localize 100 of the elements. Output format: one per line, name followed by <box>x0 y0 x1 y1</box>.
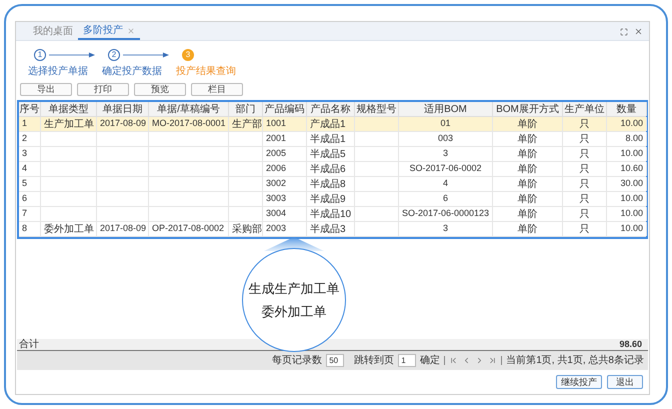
table-cell-text: 单阶 <box>516 132 538 146</box>
table-cell-text: SO-2017-06-0002 <box>408 162 483 176</box>
arrow-icon <box>123 52 169 58</box>
table-cell-text: 只 <box>578 148 590 162</box>
table-cell-text: 2005 <box>266 147 288 160</box>
page-field[interactable]: 1 <box>398 354 416 367</box>
table-row[interactable]: 2 2001 半成品1 003 单阶 只 8.00 <box>19 132 646 147</box>
table-cell-text: 10.00 <box>619 147 643 160</box>
column-header[interactable]: 单据类型 <box>41 102 97 116</box>
table-row[interactable]: 3 2005 半成品5 3 单阶 只 10.00 <box>19 147 646 162</box>
table-cell-text: 单阶 <box>516 208 538 222</box>
total-label: 合计 <box>18 339 40 350</box>
table-cell-text: OP-2017-08-0002 <box>152 222 225 236</box>
table-cell-text: 半成品5 <box>310 148 347 162</box>
table-row[interactable]: 1 生产加工单 2017-08-09 MO-2017-08-0001 生产部 1001 产成品1 01 单阶 只 10.00 <box>19 117 646 132</box>
action-button[interactable]: 继续投产 <box>556 375 602 389</box>
page-size-field[interactable]: 50 <box>326 354 344 367</box>
page-size-label: 每页记录数 <box>272 354 322 368</box>
table-cell-text: 单阶 <box>516 162 538 176</box>
table-cell-text: 3 <box>442 147 449 160</box>
table-cell-text: 单阶 <box>516 148 538 162</box>
table-row[interactable]: 8 委外加工单 2017-08-09 OP-2017-08-0002 采购部 2003 半成品3 3 单阶 只 10.00 <box>19 222 646 237</box>
first-page-icon[interactable] <box>449 356 458 365</box>
table-cell-text: 5 <box>22 177 28 190</box>
table-cell-text: 产成品1 <box>310 118 347 132</box>
table-cell-text: 2001 <box>266 132 288 146</box>
action-button[interactable]: 退出 <box>607 375 643 389</box>
table-cell-text: 4 <box>22 162 28 176</box>
table-cell-text: 只 <box>578 118 590 132</box>
table-cell-text: 10.60 <box>619 162 643 176</box>
tab[interactable]: 多阶投产 <box>78 23 140 40</box>
step-number: 2 <box>108 49 120 61</box>
table-cell-text: 01 <box>439 117 452 130</box>
confirm-link[interactable]: 确定 <box>420 353 440 368</box>
last-page-icon[interactable] <box>488 356 498 365</box>
maximize-icon[interactable] <box>620 28 628 36</box>
table-cell-text: 半成品9 <box>310 192 347 206</box>
step-number: 1 <box>34 49 46 61</box>
table-cell-text: 8.00 <box>624 132 643 146</box>
table-cell-text: 采购部 <box>232 222 259 236</box>
close-icon[interactable] <box>634 27 643 36</box>
table-cell-text: 只 <box>578 208 590 222</box>
toolbar-button[interactable]: 栏目 <box>191 83 243 96</box>
table-cell-text: 半成品1 <box>310 132 347 146</box>
column-header[interactable]: 适用BOM <box>399 102 493 116</box>
step-label: 投产结果查询 <box>176 64 236 79</box>
table-cell-text: 只 <box>578 192 590 206</box>
toolbar-button[interactable]: 预览 <box>134 83 186 96</box>
table-cell-text: 委外加工单 <box>44 222 93 236</box>
table-cell-text: 单阶 <box>516 178 538 192</box>
table-cell-text: 单阶 <box>516 222 538 236</box>
column-header[interactable]: 序号 <box>19 102 41 116</box>
page-status: 当前第1页, 共1页, 总共8条记录 <box>506 354 644 368</box>
table-cell-text: 3 <box>442 222 449 236</box>
table-row[interactable]: 4 2006 半成品6 SO-2017-06-0002 单阶 只 10.60 <box>19 162 646 177</box>
table-cell-text: 只 <box>578 162 590 176</box>
table-row[interactable]: 5 3002 半成品8 4 单阶 只 30.00 <box>19 177 646 192</box>
table-cell-text: 只 <box>578 222 590 236</box>
table-cell-text: 2017-08-09 <box>100 117 145 130</box>
column-header[interactable]: 单据/草稿编号 <box>149 102 229 116</box>
callout-text: 生成生产加工单 <box>248 280 340 298</box>
table-cell-text: 2003 <box>266 222 288 236</box>
table-cell-text: 生产部 <box>232 118 259 132</box>
table-cell-text: 7 <box>22 207 28 220</box>
table-cell-text: 2006 <box>266 162 288 176</box>
table-cell-text: 半成品6 <box>310 162 347 176</box>
table-cell-text: MO-2017-08-0001 <box>152 117 225 130</box>
column-header[interactable]: 数量 <box>607 102 647 116</box>
table-cell-text: 3004 <box>266 207 288 220</box>
table-cell-text: 3002 <box>266 177 288 190</box>
column-header[interactable]: 生产单位 <box>563 102 607 116</box>
table-cell-text: 半成品8 <box>310 178 347 192</box>
table-cell-text: 单阶 <box>516 192 538 206</box>
table-cell-text: 只 <box>578 178 590 192</box>
table-cell-text: 1 <box>22 117 28 130</box>
table-cell-text: 只 <box>578 132 590 146</box>
table-cell-text: 6 <box>22 192 28 206</box>
column-header[interactable]: 产品名称 <box>307 102 355 116</box>
table-cell-text: 1001 <box>266 117 288 130</box>
callout-text: 委外加工单 <box>262 302 326 320</box>
table-row[interactable]: 7 3004 半成品10 SO-2017-06-0000123 单阶 只 10.00 <box>19 207 646 222</box>
table-cell-text: 3003 <box>266 192 288 206</box>
table-cell-text: 10.00 <box>619 222 643 236</box>
column-header[interactable]: 部门 <box>229 102 263 116</box>
table-cell-text: 8 <box>22 222 28 236</box>
table-cell-text: 10.00 <box>619 192 643 206</box>
step-number: 3 <box>182 49 194 61</box>
table-cell-text: 2 <box>22 132 28 146</box>
column-header[interactable]: 产品编码 <box>263 102 307 116</box>
toolbar-button[interactable]: 打印 <box>77 83 129 96</box>
table-cell-text: 10.00 <box>619 117 643 130</box>
table-cell-text: 半成品10 <box>310 208 351 222</box>
total-value: 98.60 <box>618 338 643 351</box>
table-row[interactable]: 6 3003 半成品9 6 单阶 只 10.00 <box>19 192 646 207</box>
column-header[interactable]: BOM展开方式 <box>493 102 563 116</box>
column-header[interactable]: 单据日期 <box>97 102 149 116</box>
step-label: 选择投产单据 <box>28 64 88 79</box>
toolbar-button[interactable]: 导出 <box>20 83 72 96</box>
table-cell-text: SO-2017-06-0000123 <box>402 207 489 220</box>
column-header[interactable]: 规格型号 <box>355 102 399 116</box>
